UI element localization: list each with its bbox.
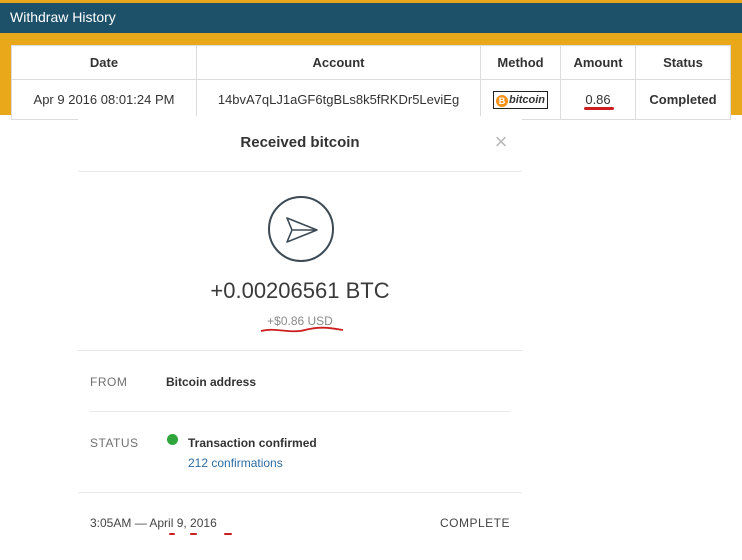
confirmed-status-icon — [167, 434, 178, 445]
card-title: Received bitcoin — [240, 134, 360, 151]
transaction-detail-card: Received bitcoin × +0.00206561 BTC +$0.8… — [78, 116, 522, 560]
column-header-date: Date — [11, 45, 197, 80]
divider — [78, 492, 522, 493]
divider — [78, 350, 522, 351]
footer-status: COMPLETE — [439, 516, 510, 530]
bitcoin-logo: Bbitcoin — [492, 90, 549, 109]
column-header-method: Method — [480, 45, 561, 80]
status-label: STATUS — [90, 436, 139, 450]
bitcoin-icon: B — [495, 94, 508, 107]
cell-date: Apr 9 2016 08:01:24 PM — [11, 79, 197, 120]
close-button[interactable]: × — [492, 131, 510, 153]
column-header-status: Status — [635, 45, 731, 80]
status-value: Transaction confirmed — [188, 436, 317, 450]
withdraw-history-panel: Date Account Method Amount Status Apr 9 … — [0, 33, 742, 120]
withdraw-history-table: Date Account Method Amount Status Apr 9 … — [11, 45, 731, 120]
cell-status: Completed — [635, 79, 731, 120]
amount-annotation-underline — [584, 107, 614, 110]
date-annotation-mark — [224, 533, 232, 535]
date-annotation-mark — [190, 533, 197, 535]
column-header-amount: Amount — [560, 45, 636, 80]
divider — [90, 411, 510, 412]
from-value: Bitcoin address — [166, 375, 257, 389]
cell-method: Bbitcoin — [480, 79, 561, 120]
send-icon — [268, 196, 334, 262]
amount-value: 0.86 — [585, 92, 611, 107]
cell-account: 14bvA7qLJ1aGF6tgBLs8k5fRKDr5LeviEg — [196, 79, 481, 120]
table-row: Apr 9 2016 08:01:24 PM 14bvA7qLJ1aGF6tgB… — [11, 79, 731, 120]
transaction-date: 3:05AM — April 9, 2016 — [90, 516, 217, 530]
withdraw-history-header: Withdraw History — [0, 0, 742, 33]
date-annotation-mark — [169, 533, 175, 535]
bitcoin-logo-text: bitcoin — [508, 93, 546, 106]
usd-annotation-underline — [260, 326, 344, 333]
from-label: FROM — [90, 375, 128, 389]
cell-amount: 0.86 — [560, 79, 636, 120]
withdraw-history-title: Withdraw History — [10, 9, 116, 25]
confirmations-link[interactable]: 212 confirmations — [188, 456, 283, 470]
divider — [78, 171, 522, 172]
amount-btc: +0.00206561 BTC — [210, 278, 390, 303]
table-header-row: Date Account Method Amount Status — [11, 45, 731, 80]
column-header-account: Account — [196, 45, 481, 80]
